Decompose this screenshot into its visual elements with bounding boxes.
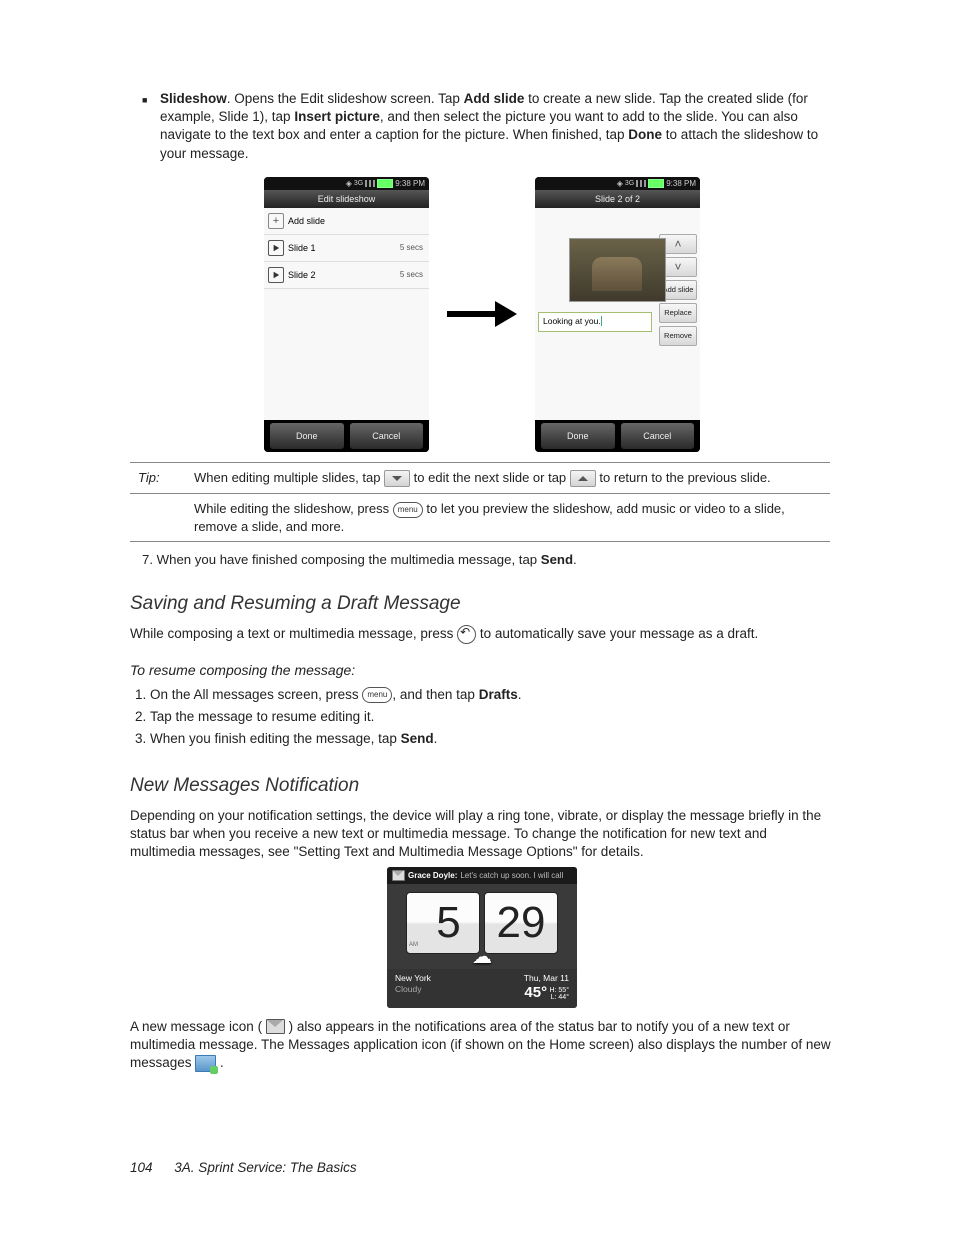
tip-row-2: While editing the slideshow, press menu … [186, 493, 830, 541]
screen-title: Edit slideshow [264, 190, 429, 208]
tip-label: Tip: [130, 462, 186, 493]
draft-paragraph: While composing a text or multimedia mes… [130, 625, 834, 644]
chevron-down-icon [384, 470, 410, 487]
tail-paragraph: A new message icon ( ) also appears in t… [130, 1018, 834, 1073]
tip-box: Tip: When editing multiple slides, tap t… [130, 462, 830, 542]
homescreen-widget: Grace Doyle: Let's catch up soon. I will… [387, 867, 577, 1007]
data-icon: 3G [625, 180, 634, 187]
screen-title: Slide 2 of 2 [535, 190, 700, 208]
signal-icon [636, 180, 646, 187]
page-footer: 104 3A. Sprint Service: The Basics [130, 1160, 357, 1175]
clock: 9:38 PM [666, 179, 696, 188]
plus-icon: + [268, 213, 284, 229]
play-icon [268, 267, 284, 283]
phone-edit-slideshow: ◈ 3G 9:38 PM Edit slideshow + Add slide … [264, 177, 429, 452]
heading-new-messages: New Messages Notification [130, 775, 834, 797]
breadcrumb: 3A. Sprint Service: The Basics [174, 1160, 356, 1175]
battery-icon [648, 179, 664, 188]
remove-button[interactable]: Remove [659, 326, 697, 346]
step-2: Tap the message to resume editing it. [150, 708, 834, 726]
condition: Cloudy [395, 984, 431, 994]
gps-icon: ◈ [617, 179, 623, 188]
date: Thu, Mar 11 [524, 973, 569, 983]
data-icon: 3G [354, 180, 363, 187]
tip-row-1: When editing multiple slides, tap to edi… [186, 462, 830, 493]
city: New York [395, 973, 431, 983]
slide-row[interactable]: Slide 2 5 secs [264, 262, 429, 289]
notification-paragraph: Depending on your notification settings,… [130, 807, 834, 862]
slide-row[interactable]: Slide 1 5 secs [264, 235, 429, 262]
signal-icon [365, 180, 375, 187]
cancel-button[interactable]: Cancel [350, 423, 424, 449]
clock: 9:38 PM [395, 179, 425, 188]
notification-ticker: Grace Doyle: Let's catch up soon. I will… [387, 867, 577, 884]
new-message-icon [266, 1019, 285, 1034]
messages-app-icon [195, 1055, 216, 1072]
step-3: When you finish editing the message, tap… [150, 730, 834, 748]
menu-key-icon: menu [393, 502, 423, 518]
phone-slide-detail: ◈ 3G 9:38 PM Slide 2 of 2 ˄ ˅ Add slide … [535, 177, 700, 452]
replace-button[interactable]: Replace [659, 303, 697, 323]
message-icon [392, 870, 405, 881]
step-1: On the All messages screen, press menu, … [150, 686, 834, 704]
play-icon [268, 240, 284, 256]
resume-steps: On the All messages screen, press menu, … [134, 686, 834, 749]
chevron-up-icon [570, 470, 596, 487]
battery-icon [377, 179, 393, 188]
add-slide-row[interactable]: + Add slide [264, 208, 429, 235]
arrow-icon [447, 301, 517, 327]
temperature: 45° [524, 984, 547, 1001]
done-button[interactable]: Done [270, 423, 344, 449]
menu-key-icon: menu [362, 687, 392, 703]
heading-saving-draft: Saving and Resuming a Draft Message [130, 593, 834, 615]
cancel-button[interactable]: Cancel [621, 423, 695, 449]
gps-icon: ◈ [346, 179, 352, 188]
caption-input[interactable]: Looking at you. [538, 312, 652, 332]
screenshot-row: ◈ 3G 9:38 PM Edit slideshow + Add slide … [130, 177, 834, 452]
slideshow-label: Slideshow [160, 91, 227, 106]
bullet-slideshow: Slideshow. Opens the Edit slideshow scre… [160, 90, 834, 163]
subheading-resume: To resume composing the message: [130, 662, 834, 678]
back-key-icon [457, 625, 476, 644]
status-bar: ◈ 3G 9:38 PM [264, 177, 429, 190]
page-number: 104 [130, 1160, 153, 1175]
step-7: 7. When you have finished composing the … [142, 552, 834, 567]
slide-image[interactable] [569, 238, 666, 302]
status-bar: ◈ 3G 9:38 PM [535, 177, 700, 190]
done-button[interactable]: Done [541, 423, 615, 449]
